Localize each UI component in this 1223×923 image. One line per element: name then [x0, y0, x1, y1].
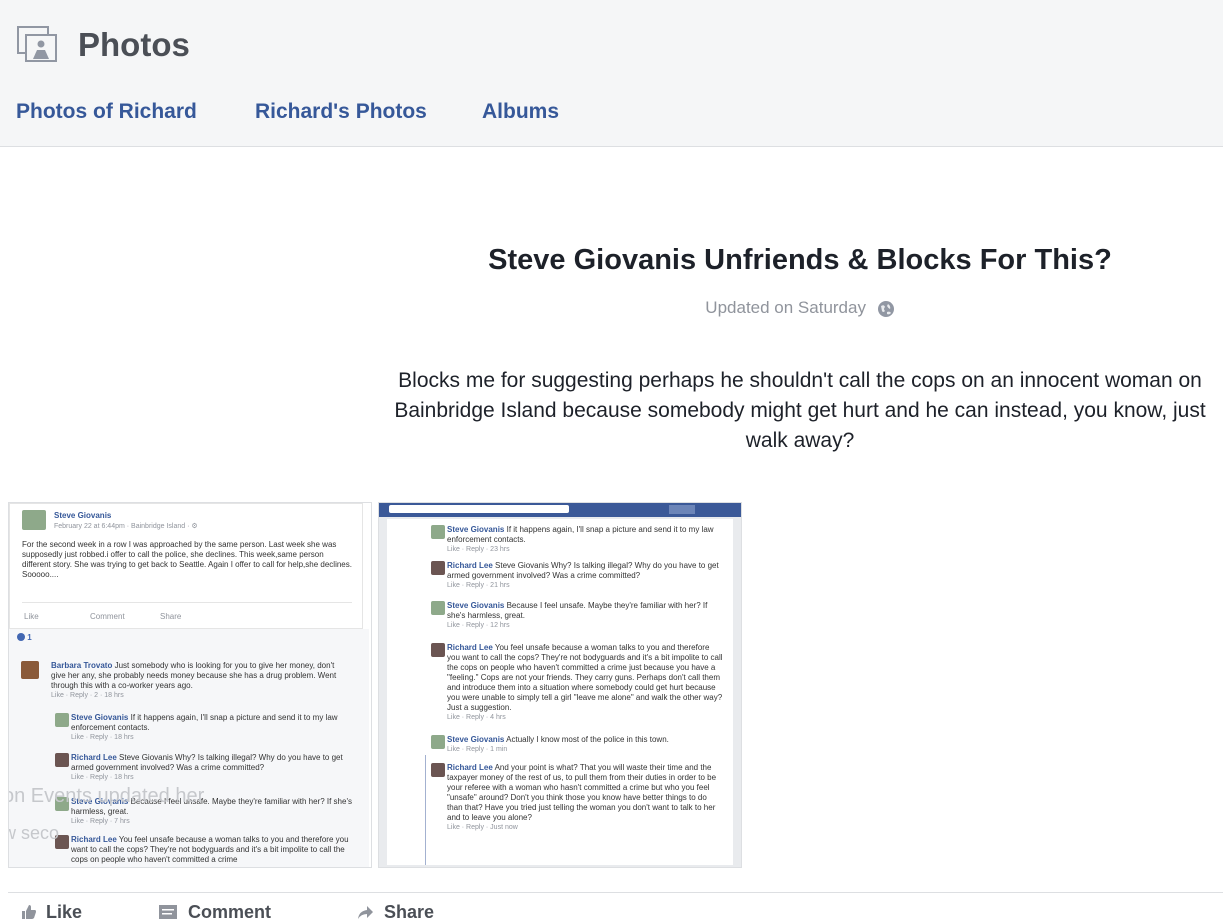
reply: Richard Lee You feel unsafe because a wo… [447, 643, 723, 723]
comment-meta: Like · Reply · 18 hrs [71, 774, 134, 781]
divider [8, 892, 1223, 893]
comment-author: Richard Lee [447, 561, 493, 570]
avatar [55, 753, 69, 767]
reply: Richard Lee You feel unsafe because a wo… [71, 835, 353, 865]
reply: Steve Giovanis If it happens again, I'll… [447, 525, 723, 555]
comment-meta: Like · Reply · 18 hrs [71, 734, 134, 741]
comment-label: Comment [188, 902, 272, 922]
comment-author: Richard Lee [447, 763, 493, 772]
reply: Steve Giovanis If it happens again, I'll… [71, 713, 353, 743]
share-icon [358, 906, 373, 919]
comment-meta: Like · Reply · Just now [447, 824, 518, 831]
thumbs-up-icon [22, 905, 36, 919]
comment-author: Richard Lee [71, 753, 117, 762]
avatar [431, 561, 445, 575]
overlay-ghost-text: on Events updated her [8, 785, 205, 807]
photos-icon [17, 26, 57, 62]
post-author: Steve Giovanis [54, 511, 112, 520]
comments-area: Steve Giovanis If it happens again, I'll… [387, 519, 733, 865]
facebook-top-bar [379, 503, 741, 517]
avatar [431, 601, 445, 615]
comment-author: Richard Lee [71, 835, 117, 844]
comment-meta: Like · Reply · 21 hrs [447, 582, 510, 589]
tab-richards-photos[interactable]: Richard's Photos [255, 100, 427, 124]
comment-author: Richard Lee [447, 643, 493, 652]
avatar [21, 661, 39, 679]
comment-meta: Like · Reply · 23 hrs [447, 546, 510, 553]
comment-text: You feel unsafe because a woman talks to… [447, 643, 723, 712]
comment-meta: Like · Reply · 7 hrs [71, 818, 130, 825]
tab-albums[interactable]: Albums [482, 100, 559, 124]
post-meta: February 22 at 6:44pm · Bainbridge Islan… [54, 523, 198, 530]
photos-header: Photos Photos of Richard Richard's Photo… [0, 0, 1223, 147]
album-updated: Updated on Saturday [380, 298, 1220, 318]
mini-like-button: Like [24, 612, 39, 621]
divider [22, 602, 352, 603]
reply: Steve Giovanis Actually I know most of t… [447, 735, 723, 755]
updated-text: Updated on Saturday [705, 298, 866, 317]
avatar [431, 735, 445, 749]
comment-author: Steve Giovanis [447, 601, 505, 610]
like-reaction-icon [17, 633, 25, 641]
tab-photos-of-richard[interactable]: Photos of Richard [16, 100, 197, 124]
reaction-count: 1 [17, 633, 32, 643]
comment-icon [159, 905, 177, 919]
search-input [389, 505, 569, 513]
album-description: Blocks me for suggesting perhaps he shou… [394, 369, 1206, 452]
avatar [22, 510, 46, 530]
avatar [431, 525, 445, 539]
like-button[interactable]: Like [20, 902, 82, 923]
thread-line [425, 755, 426, 865]
like-label: Like [46, 902, 83, 922]
reaction-number: 1 [27, 633, 32, 642]
comment-meta: Like · Reply · 2 · 18 hrs [51, 692, 124, 699]
comment-meta: Like · Reply · 1 min [447, 746, 508, 753]
comment-meta: Like · Reply · 4 hrs [447, 714, 506, 721]
comment-author: Steve Giovanis [447, 735, 505, 744]
post-text: For the second week in a row I was appro… [22, 540, 352, 579]
share-label: Share [384, 902, 435, 922]
page-title: Photos [78, 26, 190, 63]
comment-author: Steve Giovanis [447, 525, 505, 534]
album-photo-1[interactable]: Steve Giovanis February 22 at 6:44pm · B… [8, 502, 372, 868]
comments-area: 1 Barbara Trovato Just somebody who is l… [9, 629, 369, 867]
mini-comment-button: Comment [90, 612, 125, 621]
album-title: Steve Giovanis Unfriends & Blocks For Th… [488, 244, 1112, 276]
comment-author: Steve Giovanis [71, 713, 129, 722]
album-photo-2[interactable]: Steve Giovanis If it happens again, I'll… [378, 502, 742, 868]
overlay-ghost-text: w seco [8, 823, 60, 843]
comment-meta: Like · Reply · 12 hrs [447, 622, 510, 629]
comment-text: Actually I know most of the police in th… [506, 735, 669, 744]
reply: Steve Giovanis Because I feel unsafe. Ma… [447, 601, 723, 631]
comment-author: Barbara Trovato [51, 661, 113, 670]
reply: Richard Lee And your point is what? That… [447, 763, 723, 833]
avatar [431, 643, 445, 657]
post-card: Steve Giovanis February 22 at 6:44pm · B… [9, 503, 363, 629]
reply: Richard Lee Steve Giovanis Why? Is talki… [71, 753, 353, 783]
share-button[interactable]: Share [356, 902, 434, 923]
mini-share-button: Share [160, 612, 182, 621]
globe-icon[interactable] [877, 300, 895, 318]
comment: Barbara Trovato Just somebody who is loo… [51, 661, 351, 701]
reply: Richard Lee Steve Giovanis Why? Is talki… [447, 561, 723, 591]
avatar [431, 763, 445, 777]
avatar [669, 505, 695, 514]
avatar [55, 713, 69, 727]
comment-button[interactable]: Comment [158, 902, 271, 923]
